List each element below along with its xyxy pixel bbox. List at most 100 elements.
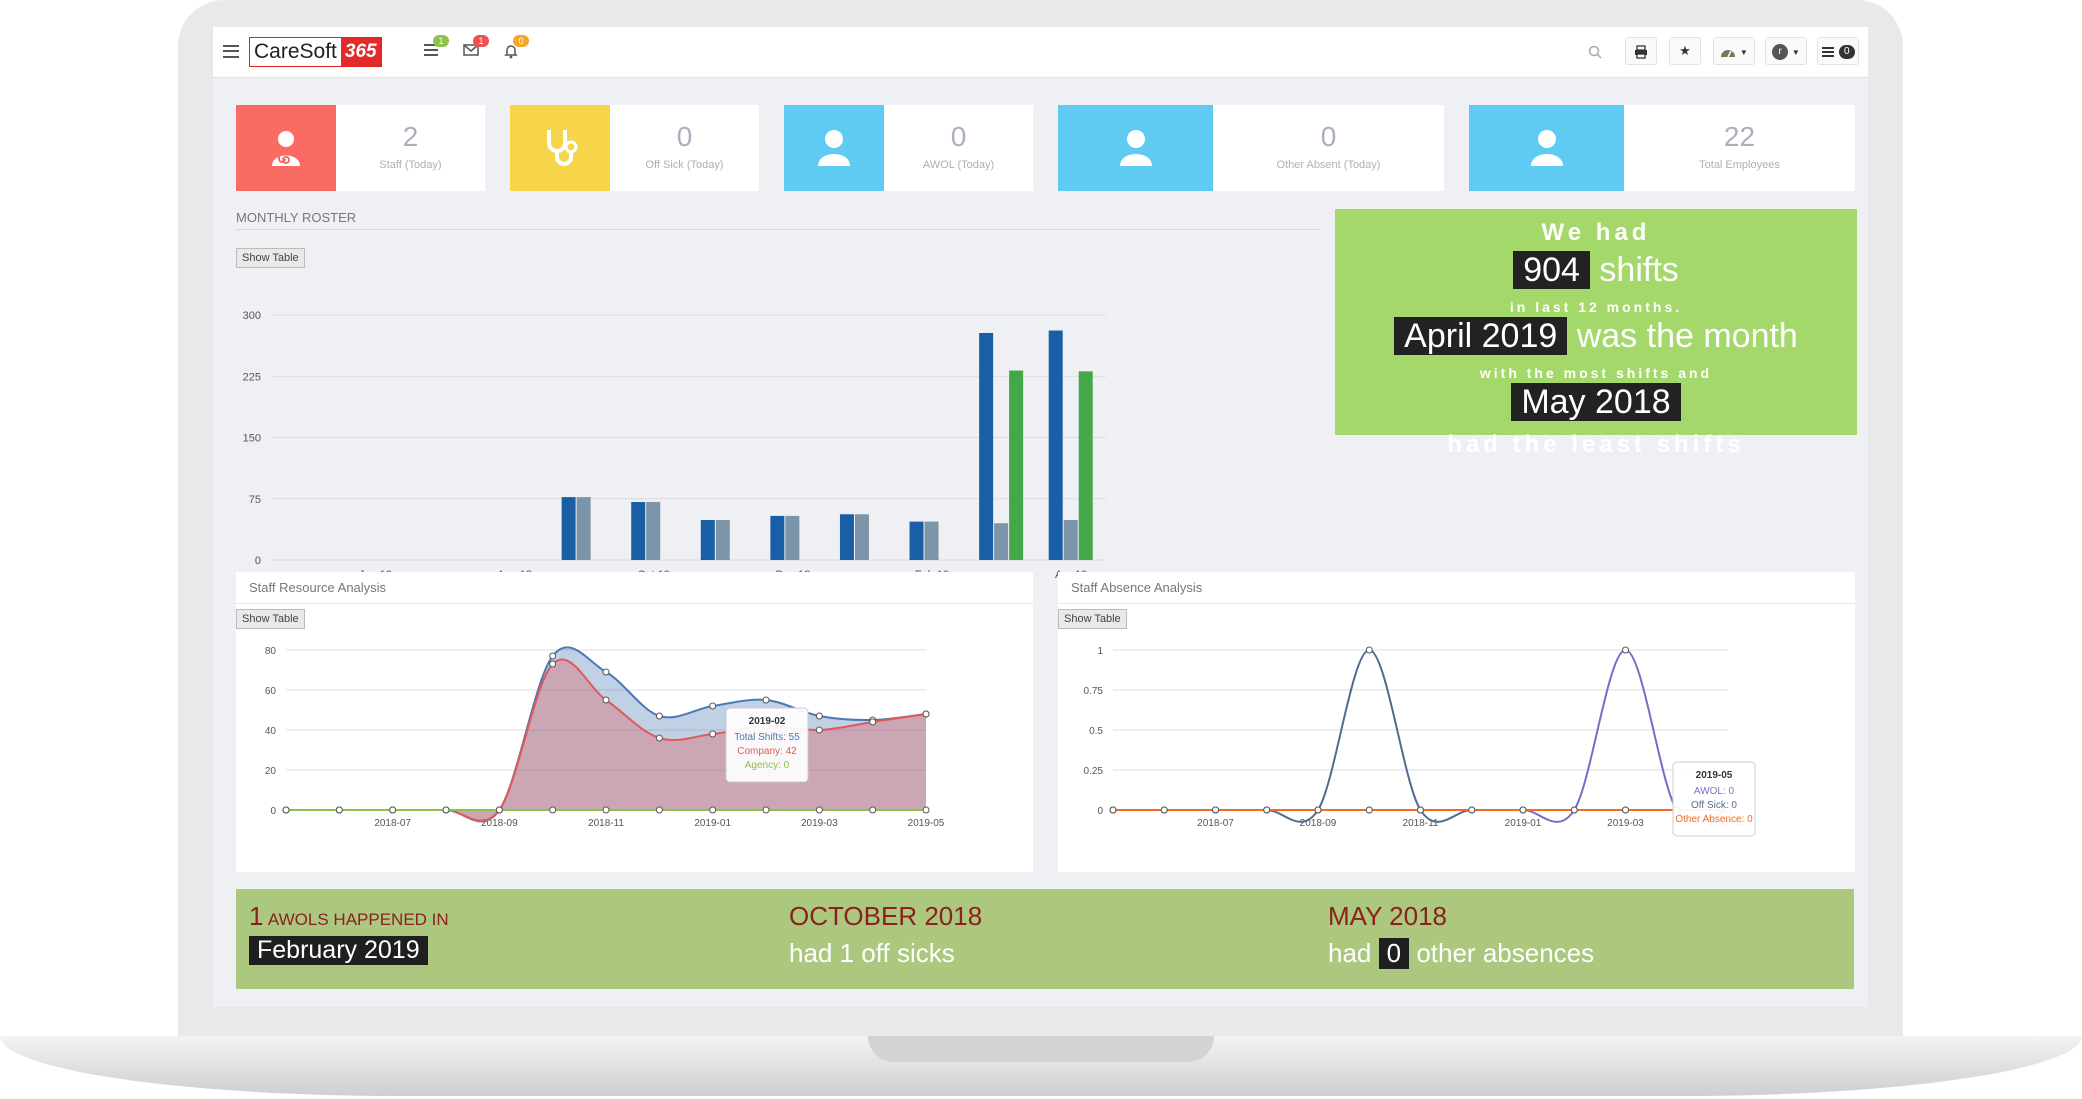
- printer-icon: [1635, 44, 1647, 59]
- tooltip-line: Other Absence: 0: [1675, 814, 1753, 825]
- y-tick-label: 0: [255, 555, 261, 567]
- staff-resource-panel: Staff Resource Analysis Show Table 0 20 40…: [236, 572, 1033, 872]
- panel-divider: [1058, 603, 1855, 604]
- data-point: [1622, 806, 1629, 814]
- summary-line-6: May 2018: [1335, 383, 1857, 422]
- stethoscope-icon: [547, 130, 578, 166]
- x-tick-label: 2019-03: [1607, 818, 1644, 829]
- y-tick-label: 40: [265, 726, 277, 737]
- roster-show-table-button[interactable]: Show Table: [236, 248, 305, 268]
- data-point: [709, 730, 717, 738]
- app-screen: CareSoft 365 1 1 0 ★ ▼ r ▼ 0 2 Staff (To…: [213, 27, 1868, 1007]
- awol-count: 1: [249, 901, 264, 931]
- resource-show-table-button[interactable]: Show Table: [236, 609, 305, 629]
- other-absence-pre: had: [1328, 938, 1372, 968]
- kpi-icon-box: [510, 105, 610, 191]
- data-point: [815, 726, 823, 734]
- data-point: [1263, 806, 1271, 814]
- bar: [770, 515, 785, 560]
- notifications-badge: 0: [513, 35, 529, 47]
- list-icon: [1822, 46, 1835, 57]
- print-button[interactable]: [1625, 37, 1657, 65]
- tasks-badge: 1: [433, 35, 449, 47]
- data-point: [1365, 646, 1373, 654]
- kpi-label: Staff (Today): [379, 159, 442, 171]
- data-point: [922, 806, 930, 814]
- x-tick-label: 2019-05: [908, 818, 945, 829]
- summary-line-2: 904 shifts: [1335, 251, 1857, 290]
- data-point: [602, 806, 610, 814]
- data-point: [602, 696, 610, 704]
- absence-panel-title: Staff Absence Analysis: [1071, 580, 1203, 595]
- search-icon[interactable]: [1588, 45, 1606, 61]
- favorites-button[interactable]: ★: [1669, 37, 1701, 65]
- kpi-label: Total Employees: [1699, 159, 1780, 171]
- kpi-total-employees[interactable]: 22 Total Employees: [1469, 105, 1855, 191]
- other-absence-summary: MAY 2018 had 0 other absences: [1328, 901, 1594, 969]
- speedometer-icon: [1721, 49, 1736, 57]
- dashboard-dropdown-button[interactable]: ▼: [1713, 37, 1755, 65]
- star-icon: ★: [1679, 43, 1691, 58]
- kpi-off-sick-today[interactable]: 0 Off Sick (Today): [510, 105, 759, 191]
- data-point: [282, 806, 290, 814]
- tooltip-title: 2019-05: [1696, 770, 1733, 781]
- queue-count-badge: 0: [1838, 44, 1855, 59]
- panel-divider: [236, 603, 1033, 604]
- tasks-icon[interactable]: 1: [423, 35, 449, 59]
- y-tick-label: 150: [243, 433, 261, 445]
- kpi-other-absent-today[interactable]: 0 Other Absent (Today): [1058, 105, 1444, 191]
- awol-month: February 2019: [249, 936, 428, 965]
- bar: [1009, 370, 1024, 560]
- data-point: [1314, 806, 1322, 814]
- staff-absence-panel: Staff Absence Analysis Show Table 0 0.25 0…: [1058, 572, 1855, 872]
- bar: [924, 521, 939, 560]
- kpi-icon-box: [784, 105, 884, 191]
- x-tick-label: 2018-11: [588, 818, 624, 829]
- data-point: [1212, 806, 1219, 814]
- envelope-icon[interactable]: 1: [463, 35, 489, 59]
- kpi-label: Off Sick (Today): [645, 159, 724, 171]
- y-tick-label: 225: [243, 371, 261, 383]
- kpi-value: 2: [402, 121, 419, 152]
- data-point: [655, 712, 663, 720]
- bar: [700, 519, 715, 560]
- shifts-word: shifts: [1599, 251, 1679, 289]
- y-tick-label: 60: [265, 686, 277, 697]
- data-point: [1570, 806, 1578, 814]
- bar: [994, 523, 1009, 560]
- data-point: [762, 696, 770, 704]
- other-absence-line: had 0 other absences: [1328, 938, 1594, 969]
- data-point: [1468, 806, 1476, 814]
- data-point: [655, 734, 663, 742]
- awol-summary: 1 AWOLS HAPPENED IN February 2019: [249, 901, 449, 965]
- summary-line-1: We had: [1541, 219, 1651, 246]
- absence-show-table-button[interactable]: Show Table: [1058, 609, 1127, 629]
- hamburger-menu-icon[interactable]: [223, 45, 239, 58]
- data-point: [1160, 806, 1168, 814]
- bar: [1048, 330, 1063, 560]
- queue-button[interactable]: 0: [1817, 37, 1859, 65]
- series-line: [1113, 648, 1728, 823]
- bar: [576, 497, 591, 560]
- data-point: [922, 710, 930, 718]
- user-icon: [1530, 130, 1563, 166]
- bell-icon[interactable]: 0: [503, 35, 529, 59]
- kpi-awol-today[interactable]: 0 AWOL (Today): [784, 105, 1033, 191]
- data-point: [335, 806, 343, 814]
- kpi-staff-today[interactable]: 2 Staff (Today): [236, 105, 485, 191]
- user-icon: [1119, 130, 1152, 166]
- data-point: [549, 806, 557, 814]
- data-point: [709, 702, 717, 710]
- bar: [979, 332, 994, 560]
- kpi-value: 0: [950, 121, 967, 152]
- user-menu-button[interactable]: r ▼: [1765, 37, 1807, 65]
- tooltip-line: AWOL: 0: [1694, 786, 1735, 797]
- bar: [1078, 371, 1093, 560]
- app-logo[interactable]: CareSoft 365: [249, 37, 382, 67]
- kpi-label: AWOL (Today): [922, 159, 995, 171]
- data-point: [1417, 806, 1424, 814]
- kpi-icon-box: [1469, 105, 1624, 191]
- summary-line-5: with the most shifts and: [1479, 365, 1713, 381]
- awol-text: AWOLS HAPPENED IN: [267, 910, 449, 929]
- data-point: [442, 806, 450, 814]
